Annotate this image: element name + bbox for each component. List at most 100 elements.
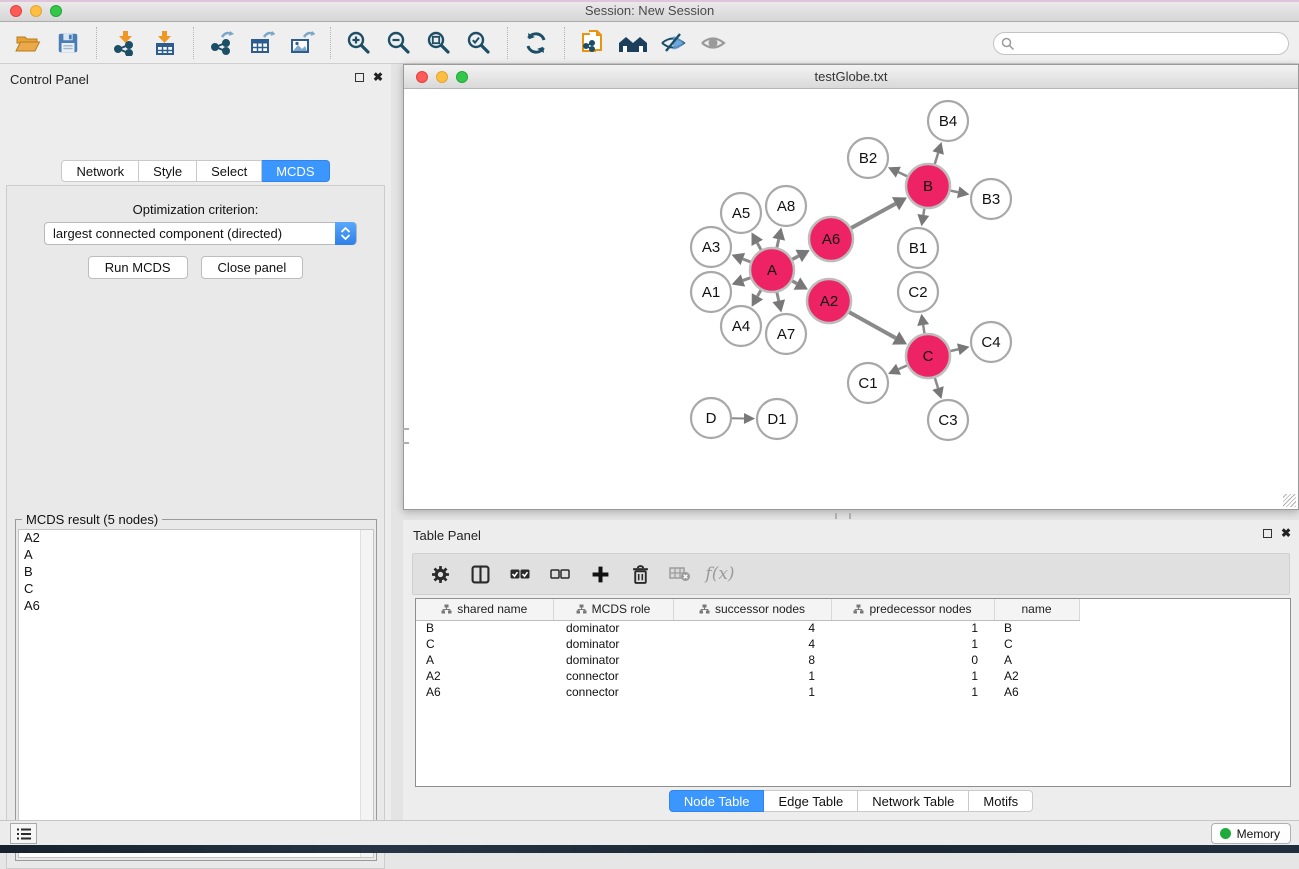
column-header-mcds-role[interactable]: MCDS role [553, 599, 673, 620]
close-panel-button[interactable]: Close panel [201, 256, 304, 279]
table-settings-button[interactable] [427, 561, 453, 587]
graph-node-C1[interactable]: C1 [848, 363, 888, 403]
select-all-button[interactable] [507, 561, 533, 587]
graph-node-C3[interactable]: C3 [928, 400, 968, 440]
graph-node-D1[interactable]: D1 [757, 399, 797, 439]
graph-node-D[interactable]: D [691, 398, 731, 438]
graph-node-B1[interactable]: B1 [898, 228, 938, 268]
graph-node-A5[interactable]: A5 [721, 193, 761, 233]
table-row[interactable]: A2connector11A2 [416, 668, 1079, 684]
graph-node-A1[interactable]: A1 [691, 272, 731, 312]
zoom-out-button[interactable] [379, 25, 419, 61]
list-item[interactable]: A6 [19, 598, 373, 615]
column-header-predecessor-nodes[interactable]: predecessor nodes [831, 599, 994, 620]
tab-motifs[interactable]: Motifs [969, 790, 1033, 812]
list-item[interactable]: A2 [19, 530, 373, 547]
network-canvas[interactable]: A A1 A2 A3 A4 A5 A6 A7 A8 B B1 B2 B3B4 C C1 C2 C3C4 D D1 [404, 89, 1298, 509]
graph-edge-A-A8[interactable] [777, 239, 779, 248]
graph-edge-A-A5[interactable] [757, 243, 761, 251]
tab-node-table[interactable]: Node Table [669, 790, 765, 812]
export-network-button[interactable] [202, 25, 242, 61]
refresh-layout-button[interactable] [516, 25, 556, 61]
graph-edge-C-C2[interactable] [923, 325, 924, 334]
graph-edge-B-B4[interactable] [934, 153, 938, 165]
graph-edge-A-A3[interactable] [743, 259, 752, 262]
export-table-button[interactable] [242, 25, 282, 61]
show-panel-button[interactable] [693, 25, 733, 61]
float-panel-icon[interactable] [355, 73, 364, 82]
search-input[interactable] [1018, 34, 1280, 53]
table-row[interactable]: Cdominator41C [416, 636, 1079, 652]
list-item[interactable]: A [19, 547, 373, 564]
deselect-all-button[interactable] [547, 561, 573, 587]
list-item[interactable]: B [19, 564, 373, 581]
table-row[interactable]: Adominator80A [416, 652, 1079, 668]
memory-button[interactable]: Memory [1211, 823, 1291, 844]
open-session-button[interactable] [8, 25, 48, 61]
export-image-button[interactable] [282, 25, 322, 61]
graph-node-A[interactable]: A [750, 248, 794, 292]
run-mcds-button[interactable]: Run MCDS [88, 256, 188, 279]
optimization-criterion-dropdown[interactable]: largest connected component (directed) [44, 222, 357, 245]
table-row[interactable]: Bdominator41B [416, 620, 1079, 636]
network-window-titlebar[interactable]: testGlobe.txt [404, 65, 1298, 89]
delete-column-button[interactable] [627, 561, 653, 587]
delete-table-button[interactable] [667, 561, 693, 587]
task-history-button[interactable] [10, 823, 37, 844]
list-item[interactable]: C [19, 581, 373, 598]
column-header-name[interactable]: name [994, 599, 1079, 620]
save-floppy-icon [56, 31, 80, 55]
import-table-button[interactable] [145, 25, 185, 61]
close-panel-icon[interactable]: ✖ [373, 72, 383, 82]
graph-edge-A6-B[interactable] [850, 204, 895, 229]
graph-node-A3[interactable]: A3 [691, 227, 731, 267]
column-header-shared-name[interactable]: shared name [416, 599, 553, 620]
table-row[interactable]: A6connector11A6 [416, 684, 1079, 700]
column-header-successor-nodes[interactable]: successor nodes [673, 599, 831, 620]
zoom-fit-button[interactable] [419, 25, 459, 61]
graph-node-A7[interactable]: A7 [766, 314, 806, 354]
save-session-button[interactable] [48, 25, 88, 61]
graph-node-A2[interactable]: A2 [807, 279, 851, 323]
resize-grip-icon[interactable] [1283, 494, 1296, 507]
tab-mcds[interactable]: MCDS [262, 160, 329, 182]
graph-node-A8[interactable]: A8 [766, 186, 806, 226]
tab-network[interactable]: Network [61, 160, 139, 182]
duplicate-network-button[interactable] [573, 25, 613, 61]
hide-panel-button[interactable] [653, 25, 693, 61]
graph-node-B2[interactable]: B2 [848, 138, 888, 178]
zoom-selected-button[interactable] [459, 25, 499, 61]
apply-function-button[interactable]: f(x) [707, 561, 733, 587]
splitter-handle[interactable] [403, 428, 409, 444]
graph-edge-C-C1[interactable] [899, 365, 908, 369]
home-button[interactable] [613, 25, 653, 61]
tab-edge-table[interactable]: Edge Table [764, 790, 858, 812]
graph-edge-A2-C[interactable] [848, 312, 895, 338]
graph-edge-B-B3[interactable] [950, 190, 959, 192]
graph-node-B[interactable]: B [906, 164, 950, 208]
column-type-icon [853, 604, 864, 614]
graph-edge-C-C3[interactable] [935, 377, 938, 388]
float-panel-icon[interactable] [1263, 529, 1272, 538]
tab-style[interactable]: Style [139, 160, 197, 182]
graph-edge-A-A7[interactable] [777, 291, 779, 300]
graph-edge-A-A1[interactable] [743, 277, 751, 280]
graph-node-C4[interactable]: C4 [971, 322, 1011, 362]
tab-network-table[interactable]: Network Table [858, 790, 969, 812]
graph-node-C2[interactable]: C2 [898, 272, 938, 312]
import-network-button[interactable] [105, 25, 145, 61]
show-columns-button[interactable] [467, 561, 493, 587]
graph-node-B3[interactable]: B3 [971, 179, 1011, 219]
splitter-handle[interactable] [835, 513, 851, 519]
graph-edge-B-B2[interactable] [898, 172, 908, 177]
zoom-in-button[interactable] [339, 25, 379, 61]
close-panel-icon[interactable]: ✖ [1281, 528, 1291, 538]
tab-select[interactable]: Select [197, 160, 262, 182]
graph-node-A6[interactable]: A6 [809, 217, 853, 261]
scrollbar[interactable] [360, 530, 373, 857]
graph-edge-C-C4[interactable] [949, 349, 958, 351]
graph-node-C[interactable]: C [906, 334, 950, 378]
add-column-button[interactable] [587, 561, 613, 587]
graph-node-B4[interactable]: B4 [928, 101, 968, 141]
graph-node-A4[interactable]: A4 [721, 306, 761, 346]
